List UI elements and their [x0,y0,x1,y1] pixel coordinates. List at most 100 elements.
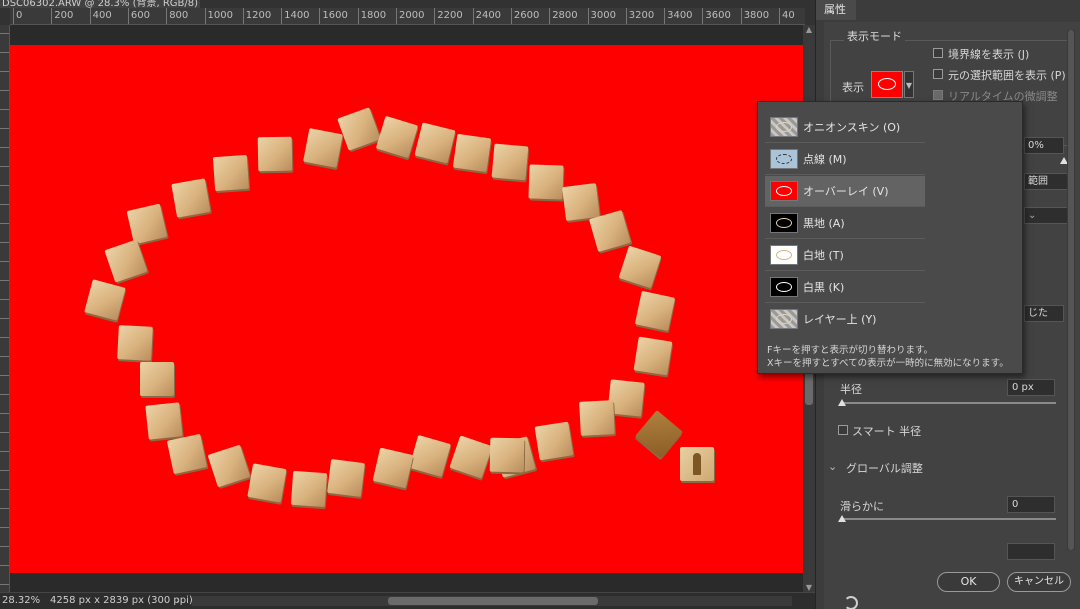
option-label: オニオンスキン (O) [803,121,901,134]
smooth-slider-knob[interactable] [838,515,846,522]
ruler-tick [0,375,9,376]
ruler-tick [0,223,9,224]
smooth-label: 滑らかに [840,500,884,513]
option-label: 点線 (M) [803,153,847,166]
panel-scroll-thumb[interactable] [1068,30,1074,550]
document-tab-title: DSC06302.ARW @ 28.3% (背景, RGB/8) [2,0,199,8]
radius-field[interactable]: 0 px [1007,379,1055,396]
wooden-block [414,122,456,164]
image-canvas[interactable] [10,45,803,573]
on-white-thumbnail-icon [770,245,798,265]
ruler-tick-label: 800 [166,8,188,24]
ruler-tick-label: 1000 [204,8,233,24]
ruler-tick [0,489,9,490]
status-menu-chevron-icon[interactable]: › [176,593,180,609]
ruler-tick-label: 2200 [434,8,463,24]
black-and-white-thumbnail-icon [770,277,798,297]
ruler-tick-label: 400 [89,8,112,24]
ruler-tick [0,413,9,414]
close-button-partial[interactable]: じた [1024,305,1064,322]
canvas-horizontal-scrollbar[interactable] [192,596,792,606]
smart-radius-label: スマート 半径 [852,425,922,438]
ruler-tick-label: 1600 [319,8,348,24]
global-refine-chevron-icon[interactable]: ⌄ [828,460,837,473]
ruler-tick [0,432,9,433]
document-tab[interactable]: DSC06302.ARW @ 28.3% (背景, RGB/8)× [0,0,200,8]
ruler-tick-label: 600 [127,8,150,24]
view-mode-option-on-black[interactable]: 黒地 (A) [765,208,925,239]
wooden-block [633,336,673,376]
ruler-tick [0,280,9,281]
ruler-tick [0,185,9,186]
ruler-tick [0,261,9,262]
view-mode-swatch[interactable] [871,71,903,98]
wooden-block [257,136,293,172]
show-edges-label: 境界線を表示 (J) [948,48,1030,61]
smart-radius-checkbox[interactable] [838,425,848,435]
ruler-tick [0,71,9,72]
status-bar: 28.32% 4258 px x 2839 px (300 ppi) › [0,592,815,609]
smooth-slider[interactable] [842,518,1056,520]
on-layers-thumbnail-icon [770,309,798,329]
wooden-block [117,325,153,361]
ruler-tick [0,318,9,319]
view-mode-option-black-and-white[interactable]: 白黒 (K) [765,272,925,303]
view-mode-option-overlay[interactable]: オーバーレイ (V) [765,176,925,207]
radius-slider[interactable] [842,402,1056,404]
ruler-tick-label: 2400 [472,8,501,24]
horizontal-ruler[interactable]: 0 200 400 600 800 1000 1200 1400 1600 1800 2000 220… [10,8,805,25]
vertical-ruler[interactable] [0,25,10,592]
scroll-down-icon[interactable]: ▼ [803,583,815,592]
cancel-button[interactable]: キャンセル [1007,572,1071,592]
view-mode-option-on-white[interactable]: 白地 (T) [765,240,925,271]
ruler-tick [0,204,9,205]
feather-field[interactable] [1007,543,1055,560]
wooden-block-dark [635,410,683,458]
view-mode-option-on-layers[interactable]: レイヤー上 (Y) [765,304,925,335]
wooden-block [452,133,492,173]
wooden-block [491,143,529,181]
zoom-level[interactable]: 28.32% [2,593,40,609]
ruler-tick [0,508,9,509]
on-black-thumbnail-icon [770,213,798,233]
view-mode-dropdown-icon[interactable]: ▼ [904,71,914,98]
wooden-block [634,290,676,332]
wooden-block [126,203,168,245]
ruler-tick [0,470,9,471]
global-refine-title[interactable]: グローバル調整 [846,460,923,476]
realtime-refine-checkbox[interactable] [933,90,943,100]
show-edges-checkbox[interactable] [933,48,943,58]
wooden-block [171,178,211,218]
figure-block [680,447,714,481]
view-mode-option-marching-ants[interactable]: 点線 (M) [765,144,925,175]
canvas-area[interactable] [10,25,803,592]
option-label: レイヤー上 (Y) [803,313,877,326]
wooden-block [303,128,343,168]
option-label: 白黒 (K) [803,281,845,294]
horizontal-scroll-thumb[interactable] [388,597,598,605]
reset-icon[interactable] [844,596,858,609]
ruler-tick [0,394,9,395]
panel-scrollbar[interactable] [1067,30,1075,550]
scroll-up-icon[interactable]: ▲ [803,25,815,34]
ruler-tick-label: 0 [13,8,22,24]
marching-ants-thumbnail-icon [770,149,798,169]
opacity-field[interactable]: 0% [1024,137,1064,154]
tab-properties[interactable]: 属性 [816,0,856,20]
show-original-label: 元の選択範囲を表示 (P) [948,69,1066,82]
wooden-block [327,459,365,497]
ok-button[interactable]: OK [937,572,1000,592]
option-label: オーバーレイ (V) [803,185,889,198]
wooden-block [375,115,419,159]
preset-dropdown[interactable]: ⌄ [1024,207,1069,224]
output-range-dropdown[interactable]: 範囲 [1024,173,1069,190]
smooth-field[interactable]: 0 [1007,496,1055,513]
radius-slider-knob[interactable] [838,399,846,406]
view-mode-menu: オニオンスキン (O) 点線 (M) オーバーレイ (V) 黒地 (A) 白地 … [757,101,1023,374]
option-label: 白地 (T) [803,249,844,262]
ruler-tick [0,299,9,300]
view-mode-option-onion-skin[interactable]: オニオンスキン (O) [765,112,925,143]
show-original-checkbox[interactable] [933,69,943,79]
ruler-tick [0,451,9,452]
ruler-tick [0,356,9,357]
